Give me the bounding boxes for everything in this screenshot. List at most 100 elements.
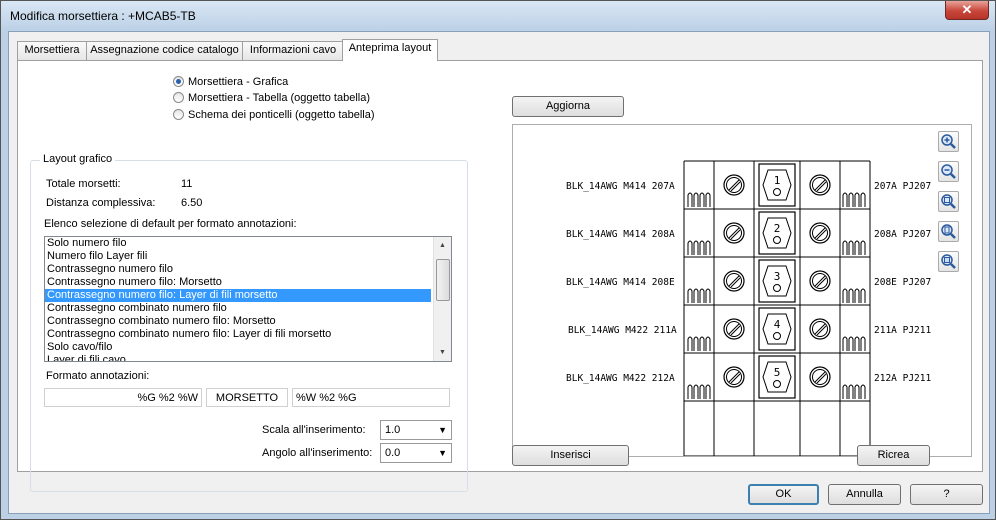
terminal-hole-icon	[773, 284, 781, 292]
radio-button[interactable]	[173, 109, 184, 120]
radio-label: Schema dei ponticelli (oggetto tabella)	[188, 108, 375, 121]
terminal-hole-icon	[773, 332, 781, 340]
tab-anteprima-layout[interactable]: Anteprima layout	[342, 39, 438, 61]
radio-button[interactable]	[173, 76, 184, 87]
screw-icon	[809, 318, 831, 340]
terminal-contact-icon	[842, 336, 866, 351]
inserisci-button[interactable]: Inserisci	[512, 445, 629, 466]
list-item[interactable]: Layer di fili cavo	[45, 354, 431, 361]
terminal-contact-icon	[687, 384, 711, 399]
terminal-row: 1	[684, 163, 870, 210]
annotation-format-list[interactable]: Solo numero filo Numero filo Layer fili …	[44, 236, 452, 362]
terminal-row: 2	[684, 211, 870, 258]
total-terminals-label: Totale morsetti:	[46, 178, 121, 190]
angle-label: Angolo all'inserimento:	[262, 447, 373, 459]
screw-icon	[809, 174, 831, 196]
ricrea-button[interactable]: Ricrea	[857, 445, 930, 466]
format-middle-field[interactable]: MORSETTO	[206, 388, 288, 407]
terminal-number: 4	[774, 318, 781, 331]
radio-morsettiera-grafica[interactable]: Morsettiera - Grafica	[173, 74, 288, 89]
screw-icon	[809, 366, 831, 388]
scroll-thumb[interactable]	[436, 259, 450, 301]
terminal-strip-drawing: 1 2 3 4 5	[683, 160, 871, 456]
dropdown-arrow-icon: ▼	[438, 448, 447, 458]
list-item[interactable]: Numero filo Layer fili	[45, 250, 431, 263]
screw-icon	[723, 270, 745, 292]
window-title: Modifica morsettiera : +MCAB5-TB	[10, 9, 196, 23]
total-distance-label: Distanza complessiva:	[46, 197, 156, 209]
terminal-number: 5	[774, 366, 781, 379]
zoom-previous-icon[interactable]	[938, 251, 959, 272]
format-right-field[interactable]: %W %2 %G	[292, 388, 450, 407]
zoom-out-icon[interactable]	[938, 161, 959, 182]
total-distance-value: 6.50	[181, 197, 203, 209]
list-item[interactable]: Contrassegno combinato numero filo	[45, 302, 431, 315]
format-annotazioni-label: Formato annotazioni:	[46, 370, 150, 382]
terminal-contact-icon	[687, 336, 711, 351]
list-scrollbar[interactable]: ▲ ▼	[433, 237, 451, 361]
screw-icon	[723, 174, 745, 196]
screw-icon	[723, 318, 745, 340]
terminal-contact-icon	[842, 288, 866, 303]
radio-schema-ponticelli[interactable]: Schema dei ponticelli (oggetto tabella)	[173, 107, 375, 122]
scale-label: Scala all'inserimento:	[262, 424, 366, 436]
list-item[interactable]: Contrassegno combinato numero filo: Laye…	[45, 328, 431, 341]
terminal-hole-icon	[773, 380, 781, 388]
format-left-field[interactable]: %G %2 %W	[44, 388, 202, 407]
terminal-contact-icon	[842, 240, 866, 255]
terminal-contact-icon	[842, 384, 866, 399]
dialog-client: Morsettiera Assegnazione codice catalogo…	[8, 31, 990, 514]
anteprima-layout-panel: Morsettiera - Grafica Morsettiera - Tabe…	[17, 60, 983, 492]
radio-morsettiera-tabella[interactable]: Morsettiera - Tabella (oggetto tabella)	[173, 90, 370, 105]
ok-button[interactable]: OK	[748, 484, 819, 505]
layout-preview: BLK_14AWG M414 207A BLK_14AWG M414 208A …	[512, 124, 972, 457]
angle-combo[interactable]: 0.0 ▼	[380, 443, 452, 463]
annulla-button[interactable]: Annulla	[828, 484, 901, 505]
terminal-number: 1	[774, 174, 781, 187]
list-item[interactable]: Contrassegno combinato numero filo: Mors…	[45, 315, 431, 328]
terminal-contact-icon	[687, 192, 711, 207]
angle-value: 0.0	[385, 447, 401, 459]
close-button[interactable]: ✕	[945, 1, 989, 20]
terminal-row: 5	[684, 355, 870, 402]
screw-icon	[809, 270, 831, 292]
zoom-window-icon[interactable]	[938, 191, 959, 212]
terminal-contact-icon	[687, 288, 711, 303]
zoom-extents-icon[interactable]	[938, 221, 959, 242]
terminal-number: 2	[774, 222, 781, 235]
list-item[interactable]: Solo cavo/filo	[45, 341, 431, 354]
scroll-up-icon[interactable]: ▲	[434, 237, 451, 254]
scale-combo[interactable]: 1.0 ▼	[380, 420, 452, 440]
screw-icon	[809, 222, 831, 244]
terminal-contact-icon	[687, 240, 711, 255]
tab-assegnazione-codice-catalogo[interactable]: Assegnazione codice catalogo	[86, 41, 243, 60]
list-item-selected[interactable]: Contrassegno numero filo: Layer di fili …	[45, 289, 431, 302]
screw-icon	[723, 366, 745, 388]
list-item[interactable]: Solo numero filo	[45, 237, 431, 250]
aggiorna-button[interactable]: Aggiorna	[512, 96, 624, 117]
terminal-hole-icon	[773, 188, 781, 196]
terminal-contact-icon	[842, 192, 866, 207]
title-bar: Modifica morsettiera : +MCAB5-TB ✕	[1, 1, 995, 31]
terminal-number: 3	[774, 270, 781, 283]
screw-icon	[723, 222, 745, 244]
terminal-row: 3	[684, 259, 870, 306]
scale-value: 1.0	[385, 424, 401, 436]
radio-label: Morsettiera - Tabella (oggetto tabella)	[188, 91, 371, 104]
terminal-hole-icon	[773, 236, 781, 244]
layout-grafico-label: Layout grafico	[40, 153, 116, 165]
radio-button[interactable]	[173, 92, 184, 103]
help-button[interactable]: ?	[910, 484, 983, 505]
tab-informazioni-cavo[interactable]: Informazioni cavo	[242, 41, 344, 60]
zoom-in-icon[interactable]	[938, 131, 959, 152]
annotation-list-label: Elenco selezione di default per formato …	[44, 218, 297, 230]
dialog-window: Modifica morsettiera : +MCAB5-TB ✕ Morse…	[0, 0, 996, 520]
list-item[interactable]: Contrassegno numero filo	[45, 263, 431, 276]
total-terminals-value: 11	[181, 178, 193, 190]
terminal-row: 4	[684, 307, 870, 354]
dropdown-arrow-icon: ▼	[438, 425, 447, 435]
radio-label: Morsettiera - Grafica	[188, 75, 289, 88]
list-item[interactable]: Contrassegno numero filo: Morsetto	[45, 276, 431, 289]
tab-morsettiera[interactable]: Morsettiera	[17, 41, 87, 60]
scroll-down-icon[interactable]: ▼	[434, 344, 451, 361]
